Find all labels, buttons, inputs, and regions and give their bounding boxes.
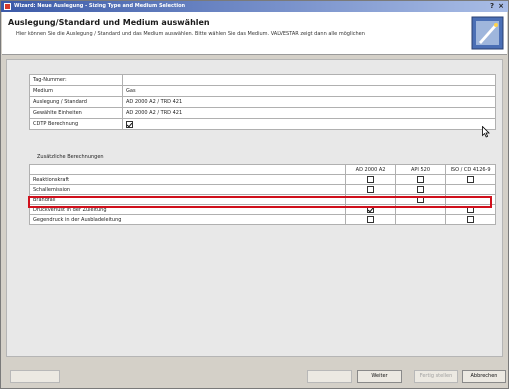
- calculation-cell: [445, 204, 496, 215]
- additional-calculations-table: AD 2000 A2 API 520 ISO / CD 4126-9 Reakt…: [28, 164, 496, 225]
- page-title: Auslegung/Standard und Medium auswählen: [8, 18, 210, 27]
- property-value[interactable]: [122, 74, 496, 86]
- property-value[interactable]: Gas: [122, 85, 496, 97]
- close-button[interactable]: ×: [497, 2, 505, 10]
- calculation-row: Druckverlust in der Zuleitung: [28, 204, 496, 215]
- additional-calculations-label: Zusätzliche Berechnungen: [37, 154, 104, 160]
- properties-table: Tag-Nummer: Medium Gas Auslegung / Standard…: [29, 74, 496, 130]
- calculation-cell: [445, 184, 496, 195]
- calculation-checkbox[interactable]: [367, 176, 375, 183]
- wizard-footer: Weiter Fertig stellen Abbrechen: [2, 364, 507, 388]
- calculation-checkbox[interactable]: [417, 176, 425, 183]
- finish-button[interactable]: Fertig stellen: [414, 370, 458, 383]
- next-button[interactable]: Weiter: [357, 370, 402, 383]
- calculation-cell: [445, 214, 496, 225]
- calculation-label: Druckverlust in der Zuleitung: [28, 204, 347, 215]
- table-header-row: AD 2000 A2 API 520 ISO / CD 4126-9: [28, 164, 496, 175]
- property-row: Gewählte Einheiten AD 2000 A2 / TRD 421: [29, 107, 496, 119]
- property-row: Tag-Nummer:: [29, 74, 496, 86]
- calculation-checkbox[interactable]: [467, 216, 474, 223]
- calculation-cell: [395, 194, 446, 205]
- calculation-row: Gegendruck in der Ausbladeleitung: [28, 214, 496, 225]
- property-label: CDTP Berechnung: [29, 118, 123, 130]
- property-row: CDTP Berechnung: [29, 118, 496, 130]
- calculation-checkbox[interactable]: [467, 176, 474, 183]
- app-icon: [4, 3, 11, 10]
- calculation-cell: [445, 194, 496, 205]
- page-description: Hier können Sie die Auslegung / Standard…: [16, 31, 365, 37]
- window-title: Wizard: Neue Auslegung - Sizing Type and…: [14, 3, 186, 9]
- back-button[interactable]: [307, 370, 352, 383]
- property-label: Gewählte Einheiten: [29, 107, 123, 119]
- title-bar: Wizard: Neue Auslegung - Sizing Type and…: [1, 1, 508, 12]
- calculation-cell: [395, 184, 446, 195]
- calculation-label: Gegendruck in der Ausbladeleitung: [28, 214, 347, 225]
- calculation-cell: [345, 204, 397, 215]
- calculation-cell: [345, 194, 397, 205]
- property-label: Auslegung / Standard: [29, 96, 123, 108]
- calculation-cell: [395, 214, 446, 225]
- property-label: Tag-Nummer:: [29, 74, 123, 86]
- property-row: Auslegung / Standard AD 2000 A2 / TRD 421: [29, 96, 496, 108]
- calculation-checkbox[interactable]: [367, 206, 375, 213]
- property-value: [122, 118, 496, 130]
- property-value[interactable]: AD 2000 A2 / TRD 421: [122, 96, 496, 108]
- calculation-checkbox[interactable]: [417, 196, 425, 203]
- property-row: Medium Gas: [29, 85, 496, 97]
- wizard-header: Auslegung/Standard und Medium auswählen …: [2, 12, 507, 55]
- cdtp-checkbox[interactable]: [126, 120, 133, 128]
- calculation-cell: [395, 174, 446, 185]
- calculation-cell: [445, 174, 496, 185]
- calculation-checkbox[interactable]: [467, 206, 474, 213]
- calculation-row: Reaktionskraft: [28, 174, 496, 185]
- calculation-row: Brandfall: [28, 194, 496, 205]
- calculation-checkbox[interactable]: [367, 216, 375, 223]
- wizard-window: Wizard: Neue Auslegung - Sizing Type and…: [0, 0, 509, 389]
- help-footer-button[interactable]: [10, 370, 60, 383]
- help-button[interactable]: ?: [488, 2, 496, 10]
- calculation-cell: [345, 214, 397, 225]
- mouse-cursor-icon: [482, 126, 490, 138]
- property-value[interactable]: AD 2000 A2 / TRD 421: [122, 107, 496, 119]
- calculation-checkbox[interactable]: [417, 186, 425, 193]
- cancel-button[interactable]: Abbrechen: [462, 370, 506, 383]
- column-header: API 520: [395, 164, 446, 175]
- calculation-label: Schallemission: [28, 184, 347, 195]
- calculation-cell: [345, 184, 397, 195]
- column-header: AD 2000 A2: [345, 164, 397, 175]
- calculation-label: Brandfall: [28, 194, 347, 205]
- calculation-row: Schallemission: [28, 184, 496, 195]
- calculation-cell: [395, 204, 446, 215]
- column-header-empty: [28, 164, 347, 175]
- calculation-cell: [345, 174, 397, 185]
- wizard-illustration-icon: [471, 16, 504, 50]
- column-header: ISO / CD 4126-9: [445, 164, 496, 175]
- property-label: Medium: [29, 85, 123, 97]
- calculation-label: Reaktionskraft: [28, 174, 347, 185]
- calculation-checkbox[interactable]: [367, 186, 375, 193]
